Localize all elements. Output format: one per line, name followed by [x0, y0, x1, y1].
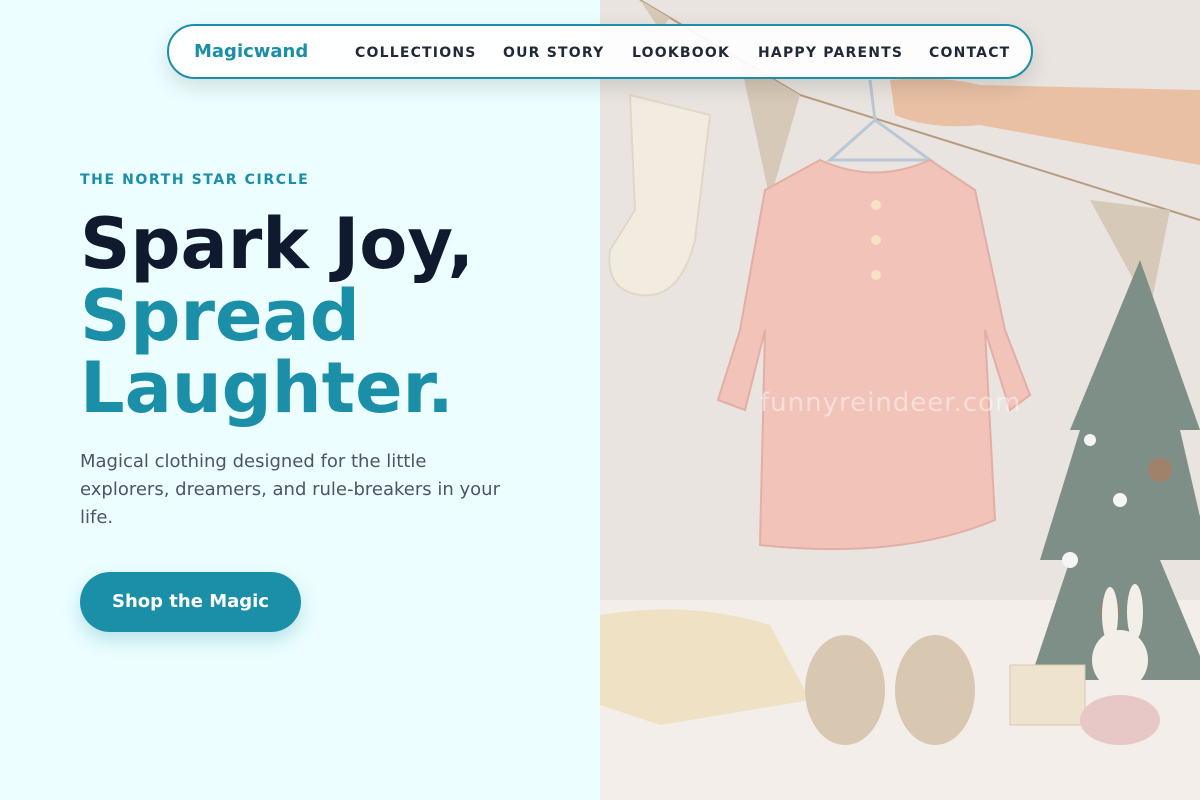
hero-headline-line-1: Spark Joy, — [80, 203, 475, 285]
brand-logo[interactable]: Magicwand — [194, 41, 308, 62]
hero-headline-line-3: Laughter. — [80, 347, 454, 429]
top-navigation: Magicwand COLLECTIONS OUR STORY LOOKBOOK… — [167, 24, 1033, 79]
nav-item-contact[interactable]: CONTACT — [929, 45, 1010, 61]
hero-eyebrow: THE NORTH STAR CIRCLE — [80, 172, 310, 188]
nav-item-our-story[interactable]: OUR STORY — [503, 45, 604, 61]
gift-box — [1009, 664, 1086, 726]
hero-left-panel: THE NORTH STAR CIRCLE Spark Joy, Spread … — [0, 0, 600, 800]
hero-description: Magical clothing designed for the little… — [80, 451, 500, 528]
shop-the-magic-button[interactable]: Shop the Magic — [80, 572, 301, 632]
hero-headline-line-2: Spread — [80, 275, 360, 357]
bootie-left — [805, 635, 885, 745]
bootie-right — [895, 635, 975, 745]
plush-bunny — [1092, 630, 1148, 690]
image-watermark: funnyreindeer.com — [760, 388, 1022, 418]
nav-item-lookbook[interactable]: LOOKBOOK — [632, 45, 730, 61]
hero-image: funnyreindeer.com — [600, 0, 1200, 800]
nav-item-happy-parents[interactable]: HAPPY PARENTS — [758, 45, 903, 61]
nav-item-collections[interactable]: COLLECTIONS — [355, 45, 477, 61]
